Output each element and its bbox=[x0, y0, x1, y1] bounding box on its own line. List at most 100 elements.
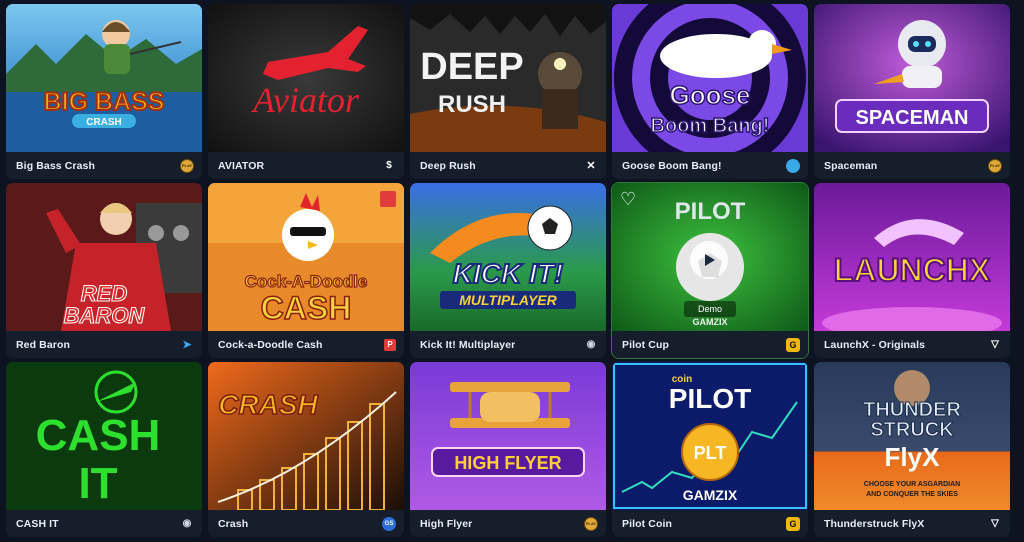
art-title: LAUNCHX bbox=[834, 252, 991, 288]
svg-text:CASH: CASH bbox=[261, 290, 352, 326]
g-icon: G bbox=[786, 337, 800, 352]
game-title: Crash bbox=[218, 517, 249, 530]
spribe-icon: $ bbox=[386, 160, 392, 171]
game-thumbnail[interactable]: SPACEMAN bbox=[814, 4, 1010, 152]
game-card-aviator[interactable]: Aviator AVIATOR $ bbox=[208, 4, 404, 179]
game-title: CASH IT bbox=[16, 517, 59, 530]
game-caption: LaunchX - Originals ▽ bbox=[814, 331, 1010, 358]
svg-text:RUSH: RUSH bbox=[438, 91, 506, 118]
arrow-icon: ➤ bbox=[182, 339, 192, 351]
art-title: HIGH FLYER bbox=[454, 453, 561, 473]
game-grid: BIG BASS CRASH Big Bass Crash PLAY Aviat… bbox=[6, 4, 1018, 537]
svg-text:GAMZIX: GAMZIX bbox=[683, 487, 738, 503]
game-title: Kick It! Multiplayer bbox=[420, 338, 516, 351]
svg-text:AND CONQUER THE SKIES: AND CONQUER THE SKIES bbox=[866, 491, 958, 498]
play-button[interactable] bbox=[690, 241, 728, 279]
play-icon: PLAY bbox=[584, 516, 598, 531]
art-title: BIG BASS bbox=[44, 88, 165, 116]
goose-icon bbox=[786, 158, 800, 173]
game-caption: Big Bass Crash PLAY bbox=[6, 152, 202, 179]
art-title: Goose bbox=[670, 80, 751, 110]
game-caption: Deep Rush ✕ bbox=[410, 152, 606, 179]
game-card-kick-it-multiplayer[interactable]: KICK IT! MULTIPLAYER Kick It! Multiplaye… bbox=[410, 183, 606, 358]
game-thumbnail[interactable]: Aviator bbox=[208, 4, 404, 152]
play-icon bbox=[705, 254, 715, 266]
game-caption: High Flyer PLAY bbox=[410, 510, 606, 537]
svg-text:MULTIPLAYER: MULTIPLAYER bbox=[459, 292, 557, 308]
favorite-heart-icon[interactable]: ♡ bbox=[620, 189, 640, 209]
game-title: Thunderstruck FlyX bbox=[824, 517, 925, 530]
svg-text:FlyX: FlyX bbox=[885, 442, 941, 472]
art-title: CASH bbox=[36, 411, 161, 460]
game-title: Pilot Cup bbox=[622, 338, 669, 351]
game-thumbnail[interactable]: DEEP RUSH bbox=[410, 4, 606, 152]
game-caption: Goose Boom Bang! bbox=[612, 152, 808, 179]
game-caption: Cock-a-Doodle Cash P bbox=[208, 331, 404, 358]
play-icon: PLAY bbox=[988, 158, 1002, 173]
game-thumbnail[interactable]: coin PILOT PLT GAMZIX bbox=[612, 362, 808, 510]
game-thumbnail[interactable]: THUNDER STRUCK FlyX CHOOSE YOUR ASGARDIA… bbox=[814, 362, 1010, 510]
svg-text:STRUCK: STRUCK bbox=[870, 419, 954, 441]
game-title: Red Baron bbox=[16, 338, 70, 351]
p-icon: P bbox=[384, 338, 396, 351]
game-thumbnail[interactable]: KICK IT! MULTIPLAYER bbox=[410, 183, 606, 331]
game-caption: Pilot Coin G bbox=[612, 510, 808, 537]
art-title: PILOT bbox=[669, 383, 751, 414]
gs-icon: GS bbox=[382, 516, 396, 531]
svg-text:PLT: PLT bbox=[694, 443, 727, 463]
game-caption: Spaceman PLAY bbox=[814, 152, 1010, 179]
game-title: Pilot Coin bbox=[622, 517, 672, 530]
game-card-spaceman[interactable]: SPACEMAN Spaceman PLAY bbox=[814, 4, 1010, 179]
game-thumbnail[interactable]: Goose Boom Bang! bbox=[612, 4, 808, 152]
game-caption: Crash GS bbox=[208, 510, 404, 537]
art-title: PILOT bbox=[675, 198, 746, 225]
game-thumbnail[interactable]: CASH IT bbox=[6, 362, 202, 510]
svg-text:CRASH: CRASH bbox=[86, 117, 122, 128]
game-card-high-flyer[interactable]: HIGH FLYER High Flyer PLAY bbox=[410, 362, 606, 537]
game-title: LaunchX - Originals bbox=[824, 338, 926, 351]
game-card-launchx[interactable]: LAUNCHX LaunchX - Originals ▽ bbox=[814, 183, 1010, 358]
game-title: AVIATOR bbox=[218, 159, 265, 172]
game-card-thunderstruck-flyx[interactable]: THUNDER STRUCK FlyX CHOOSE YOUR ASGARDIA… bbox=[814, 362, 1010, 537]
svg-text:CHOOSE YOUR ASGARDIAN: CHOOSE YOUR ASGARDIAN bbox=[864, 481, 960, 488]
art-title: SPACEMAN bbox=[856, 107, 969, 129]
art-title: DEEP bbox=[420, 46, 523, 88]
svg-text:IT: IT bbox=[78, 459, 117, 508]
triangle-icon: ▽ bbox=[991, 339, 999, 350]
game-card-pilot-coin[interactable]: coin PILOT PLT GAMZIX Pilot Coin G bbox=[612, 362, 808, 537]
game-card-big-bass-crash[interactable]: BIG BASS CRASH Big Bass Crash PLAY bbox=[6, 4, 202, 179]
triangle-icon: ▽ bbox=[991, 518, 999, 529]
game-title: High Flyer bbox=[420, 517, 473, 530]
demo-button[interactable]: Demo bbox=[684, 301, 736, 317]
art-title: CRASH bbox=[218, 389, 318, 420]
game-thumbnail[interactable]: CRASH bbox=[208, 362, 404, 510]
game-thumbnail[interactable]: BIG BASS CRASH bbox=[6, 4, 202, 152]
g-icon: G bbox=[786, 516, 800, 531]
game-card-deep-rush[interactable]: DEEP RUSH Deep Rush ✕ bbox=[410, 4, 606, 179]
svg-text:Boom Bang!: Boom Bang! bbox=[651, 115, 770, 137]
game-title: Goose Boom Bang! bbox=[622, 159, 722, 172]
game-title: Deep Rush bbox=[420, 159, 476, 172]
art-title: KICK IT! bbox=[453, 258, 563, 289]
svg-text:GAMZIX: GAMZIX bbox=[693, 317, 728, 327]
art-title: THUNDER bbox=[863, 399, 961, 421]
game-card-cash-it[interactable]: CASH IT CASH IT ◉ bbox=[6, 362, 202, 537]
svg-text:BARON: BARON bbox=[64, 303, 146, 328]
game-card-cock-a-doodle-cash[interactable]: Cock-A-Doodle CASH Cock-a-Doodle Cash P bbox=[208, 183, 404, 358]
game-card-crash[interactable]: CRASH Crash GS bbox=[208, 362, 404, 537]
game-title: Spaceman bbox=[824, 159, 878, 172]
game-thumbnail[interactable]: Cock-A-Doodle CASH bbox=[208, 183, 404, 331]
art-title: Cock-A-Doodle bbox=[245, 272, 368, 291]
game-thumbnail[interactable]: RED BARON bbox=[6, 183, 202, 331]
game-thumbnail[interactable]: PILOT GAMZIX ♡ Demo bbox=[612, 183, 808, 331]
game-card-red-baron[interactable]: RED BARON Red Baron ➤ bbox=[6, 183, 202, 358]
art-title: Aviator bbox=[251, 80, 360, 120]
game-card-goose-boom-bang[interactable]: Goose Boom Bang! Goose Boom Bang! bbox=[612, 4, 808, 179]
game-title: Cock-a-Doodle Cash bbox=[218, 338, 323, 351]
play-icon: PLAY bbox=[180, 158, 194, 173]
game-card-pilot-cup[interactable]: PILOT GAMZIX ♡ Demo Pilot Cup G bbox=[611, 182, 809, 359]
game-thumbnail[interactable]: LAUNCHX bbox=[814, 183, 1010, 331]
game-caption: Pilot Cup G bbox=[612, 331, 808, 358]
game-thumbnail[interactable]: HIGH FLYER bbox=[410, 362, 606, 510]
game-caption: AVIATOR $ bbox=[208, 152, 404, 179]
